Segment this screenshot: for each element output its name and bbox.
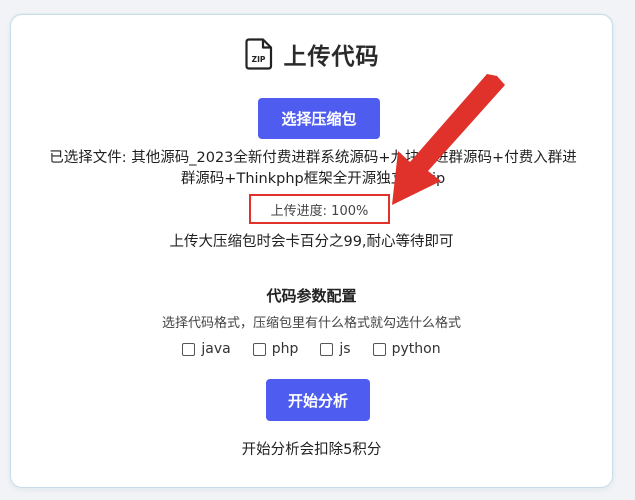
page-header: ZIP 上传代码 (11, 37, 612, 71)
python-checkbox[interactable] (372, 342, 386, 356)
format-option-python[interactable]: python (372, 341, 441, 357)
format-options: java php js python (11, 341, 612, 357)
analysis-cost-note: 开始分析会扣除5积分 (241, 442, 382, 458)
java-label: java (201, 341, 231, 357)
selected-file-text: 已选择文件: 其他源码_2023全新付费进群系统源码+九块九进群源码+付费入群进… (49, 150, 577, 187)
page-frame: ZIP 上传代码 选择压缩包 已选择文件: 其他源码_2023全新付费进群系统源… (0, 0, 635, 500)
page-title: 上传代码 (283, 44, 380, 70)
start-analysis-button[interactable]: 开始分析 (266, 379, 370, 421)
zip-file-icon: ZIP (244, 38, 272, 70)
upload-progress-highlight: 上传进度: 100% (249, 194, 390, 224)
js-label: js (339, 341, 351, 357)
js-checkbox[interactable] (320, 342, 334, 356)
upload-wait-hint: 上传大压缩包时会卡百分之99,耐心等待即可 (169, 234, 454, 250)
format-option-java[interactable]: java (182, 341, 231, 357)
java-checkbox[interactable] (182, 342, 196, 356)
format-option-js[interactable]: js (320, 341, 351, 357)
upload-progress-text: 上传进度: 100% (270, 203, 369, 219)
config-section-title: 代码参数配置 (266, 287, 357, 305)
php-label: php (271, 341, 299, 357)
select-archive-button[interactable]: 选择压缩包 (258, 98, 380, 139)
format-option-php[interactable]: php (252, 341, 299, 357)
python-label: python (391, 341, 441, 357)
config-section-desc: 选择代码格式，压缩包里有什么格式就勾选什么格式 (161, 316, 461, 331)
php-checkbox[interactable] (252, 342, 266, 356)
upload-card: ZIP 上传代码 选择压缩包 已选择文件: 其他源码_2023全新付费进群系统源… (10, 14, 613, 488)
zip-icon-label: ZIP (251, 55, 265, 64)
